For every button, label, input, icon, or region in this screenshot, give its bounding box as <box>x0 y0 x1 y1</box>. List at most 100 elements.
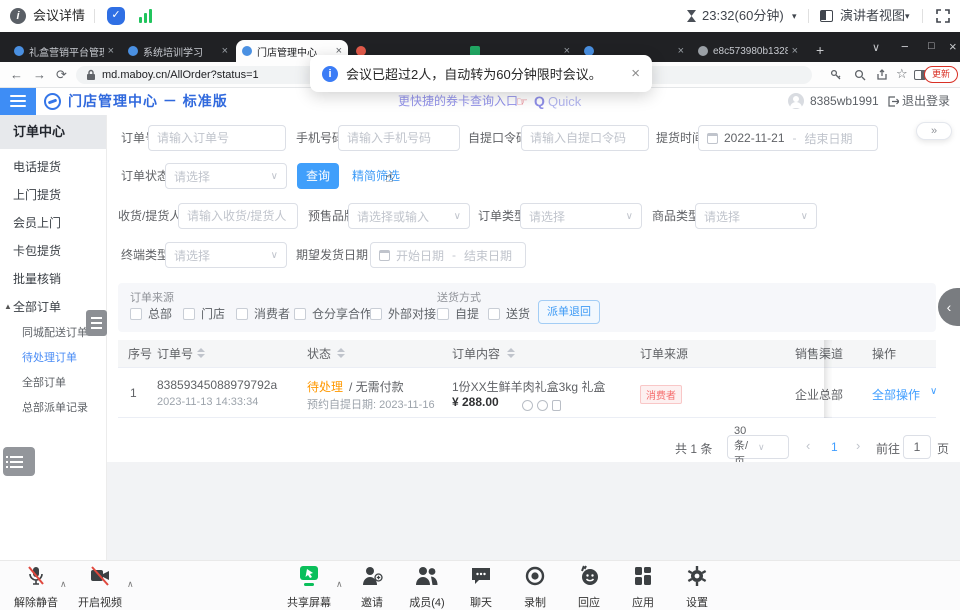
goods-type-select[interactable]: 请选择 ∨ <box>695 203 817 229</box>
view-mode-label[interactable]: 演讲者视图 <box>840 0 905 32</box>
reload-button[interactable]: ⟳ <box>56 62 67 88</box>
key-icon[interactable] <box>830 69 842 81</box>
current-page[interactable]: 1 <box>831 440 838 454</box>
coupon-query-link[interactable]: 更快捷的券卡查询入口 <box>398 88 518 115</box>
checkbox[interactable] <box>183 308 195 320</box>
apps-button[interactable]: 应用 <box>616 565 670 610</box>
tab-close-icon[interactable]: × <box>108 45 114 57</box>
share-icon[interactable] <box>876 69 888 81</box>
filter-expand-button[interactable]: » <box>916 122 952 140</box>
browser-update-button[interactable]: 更新 <box>924 66 958 83</box>
new-tab-button[interactable]: + <box>816 42 824 58</box>
checkbox-source-external[interactable]: 外部对接 <box>370 305 436 322</box>
notification-close-icon[interactable]: × <box>631 65 640 82</box>
user-avatar[interactable] <box>788 93 804 109</box>
ship-end-placeholder[interactable]: 结束日期 <box>464 247 512 264</box>
timer-caret-icon[interactable]: ▾ <box>792 0 797 32</box>
tab-close-icon[interactable]: × <box>678 45 684 57</box>
row-action-dropdown[interactable]: 全部操作 <box>872 386 920 403</box>
view-caret-icon[interactable]: ▾ <box>905 0 910 32</box>
checkbox-delivery-deliver[interactable]: 送货 <box>488 305 530 322</box>
members-button[interactable]: 成员(4) <box>400 565 454 610</box>
checkbox[interactable] <box>488 308 500 320</box>
sidebar-subitem-hq-dispatch[interactable]: 总部派单记录 <box>0 396 106 421</box>
ship-date-range[interactable]: 开始日期 - 结束日期 <box>370 242 526 268</box>
checkbox[interactable] <box>370 308 382 320</box>
forward-button[interactable]: → <box>33 62 46 88</box>
info-icon[interactable]: i <box>10 8 26 24</box>
sort-icon[interactable] <box>507 348 515 358</box>
checkbox-source-consumer[interactable]: 消费者 <box>236 305 290 322</box>
mute-button[interactable]: 解除静音 <box>9 565 63 610</box>
checkbox-source-warehouse[interactable]: 仓分享合作 <box>294 305 372 322</box>
col-status[interactable]: 状态 <box>307 340 331 368</box>
checkbox[interactable] <box>294 308 306 320</box>
dispatch-return-button[interactable]: 派单退回 <box>538 300 600 324</box>
checkbox-delivery-pickup[interactable]: 自提 <box>437 305 479 322</box>
sidebar-subitem-pending-orders[interactable]: 待处理订单 <box>0 346 106 371</box>
settings-button[interactable]: 设置 <box>670 565 724 610</box>
invite-button[interactable]: 邀请 <box>345 565 399 610</box>
order-table-row[interactable]: 1 83859345088979792a 2023-11-13 14:33:34… <box>118 368 936 418</box>
sort-icon[interactable] <box>197 348 205 358</box>
page-size-select[interactable]: 30条/页 ∨ <box>727 435 789 459</box>
goto-page-input[interactable] <box>903 435 931 459</box>
tab-close-icon[interactable]: × <box>222 45 228 57</box>
checkbox-source-hq[interactable]: 总部 <box>130 305 172 322</box>
sidebar-item-door-pickup[interactable]: 上门提货 <box>0 181 106 209</box>
chat-button[interactable]: 聊天 <box>454 565 508 610</box>
prev-page-button[interactable]: ‹ <box>806 438 810 453</box>
order-type-select[interactable]: 请选择 ∨ <box>520 203 642 229</box>
zoom-icon[interactable] <box>854 69 866 81</box>
checkbox-source-store[interactable]: 门店 <box>183 305 225 322</box>
col-content[interactable]: 订单内容 <box>452 340 500 368</box>
sidebar-subitem-all-orders[interactable]: 全部订单 <box>0 371 106 396</box>
sort-icon[interactable] <box>337 348 345 358</box>
action-caret-icon[interactable]: ∨ <box>930 386 937 397</box>
bookmark-star-icon[interactable]: ☆ <box>896 66 908 82</box>
shield-check-icon[interactable]: ✓ <box>107 7 125 25</box>
sidebar-item-member-visit[interactable]: 会员上门 <box>0 209 106 237</box>
tab-search-icon[interactable]: ∨ <box>872 41 880 54</box>
pickup-start-value[interactable]: 2022-11-21 <box>724 131 785 145</box>
video-options-caret[interactable]: ∧ <box>127 579 134 590</box>
video-button[interactable]: 开启视频 <box>73 565 127 610</box>
window-minimize-button[interactable]: − <box>901 39 909 54</box>
sidebar-item-card-pickup[interactable]: 卡包提货 <box>0 237 106 265</box>
checkbox[interactable] <box>130 308 142 320</box>
sidebar-item-phone-pickup[interactable]: 电话提货 <box>0 153 106 181</box>
pickup-end-placeholder[interactable]: 结束日期 <box>805 130 853 147</box>
browser-tab-7[interactable]: e8c573980b1328a258fd2e6 × <box>692 40 804 62</box>
col-order-no[interactable]: 订单号 <box>157 340 193 368</box>
tab-close-icon[interactable]: × <box>792 45 798 57</box>
browser-tab-1[interactable]: 礼盒营销平台管理中心 × <box>8 40 120 62</box>
next-page-button[interactable]: › <box>856 438 860 453</box>
logout-button[interactable]: 退出登录 <box>902 88 950 115</box>
menu-hamburger-button[interactable] <box>0 88 36 115</box>
mute-options-caret[interactable]: ∧ <box>60 579 67 590</box>
sidebar-collapse-handle[interactable] <box>86 310 107 336</box>
record-button[interactable]: 录制 <box>508 565 562 610</box>
reaction-button[interactable]: 回应 <box>562 565 616 610</box>
order-no-input[interactable] <box>148 125 286 151</box>
window-maximize-button[interactable]: □ <box>928 40 935 52</box>
order-status-select[interactable]: 请选择 ∨ <box>165 163 287 189</box>
phone-input[interactable] <box>338 125 460 151</box>
pickup-code-input[interactable] <box>521 125 649 151</box>
pickup-date-range[interactable]: 2022-11-21 - 结束日期 <box>698 125 878 151</box>
checkbox[interactable] <box>236 308 248 320</box>
fullscreen-icon[interactable] <box>936 9 950 23</box>
sidebar-item-batch-verify[interactable]: 批量核销 <box>0 265 106 293</box>
search-button[interactable]: 查询 <box>297 163 339 189</box>
share-options-caret[interactable]: ∧ <box>336 579 343 590</box>
receiver-input[interactable] <box>178 203 298 229</box>
quick-label[interactable]: Quick <box>548 88 581 115</box>
meeting-detail-label[interactable]: 会议详情 <box>33 0 85 32</box>
ship-start-placeholder[interactable]: 开始日期 <box>396 247 444 264</box>
brand-select[interactable]: 请选择或输入 ∨ <box>348 203 470 229</box>
back-button[interactable]: ← <box>10 62 23 88</box>
terminal-type-select[interactable]: 请选择 ∨ <box>165 242 287 268</box>
floating-list-button[interactable] <box>3 447 35 476</box>
browser-tab-2[interactable]: 系统培训学习 × <box>122 40 234 62</box>
checkbox[interactable] <box>437 308 449 320</box>
